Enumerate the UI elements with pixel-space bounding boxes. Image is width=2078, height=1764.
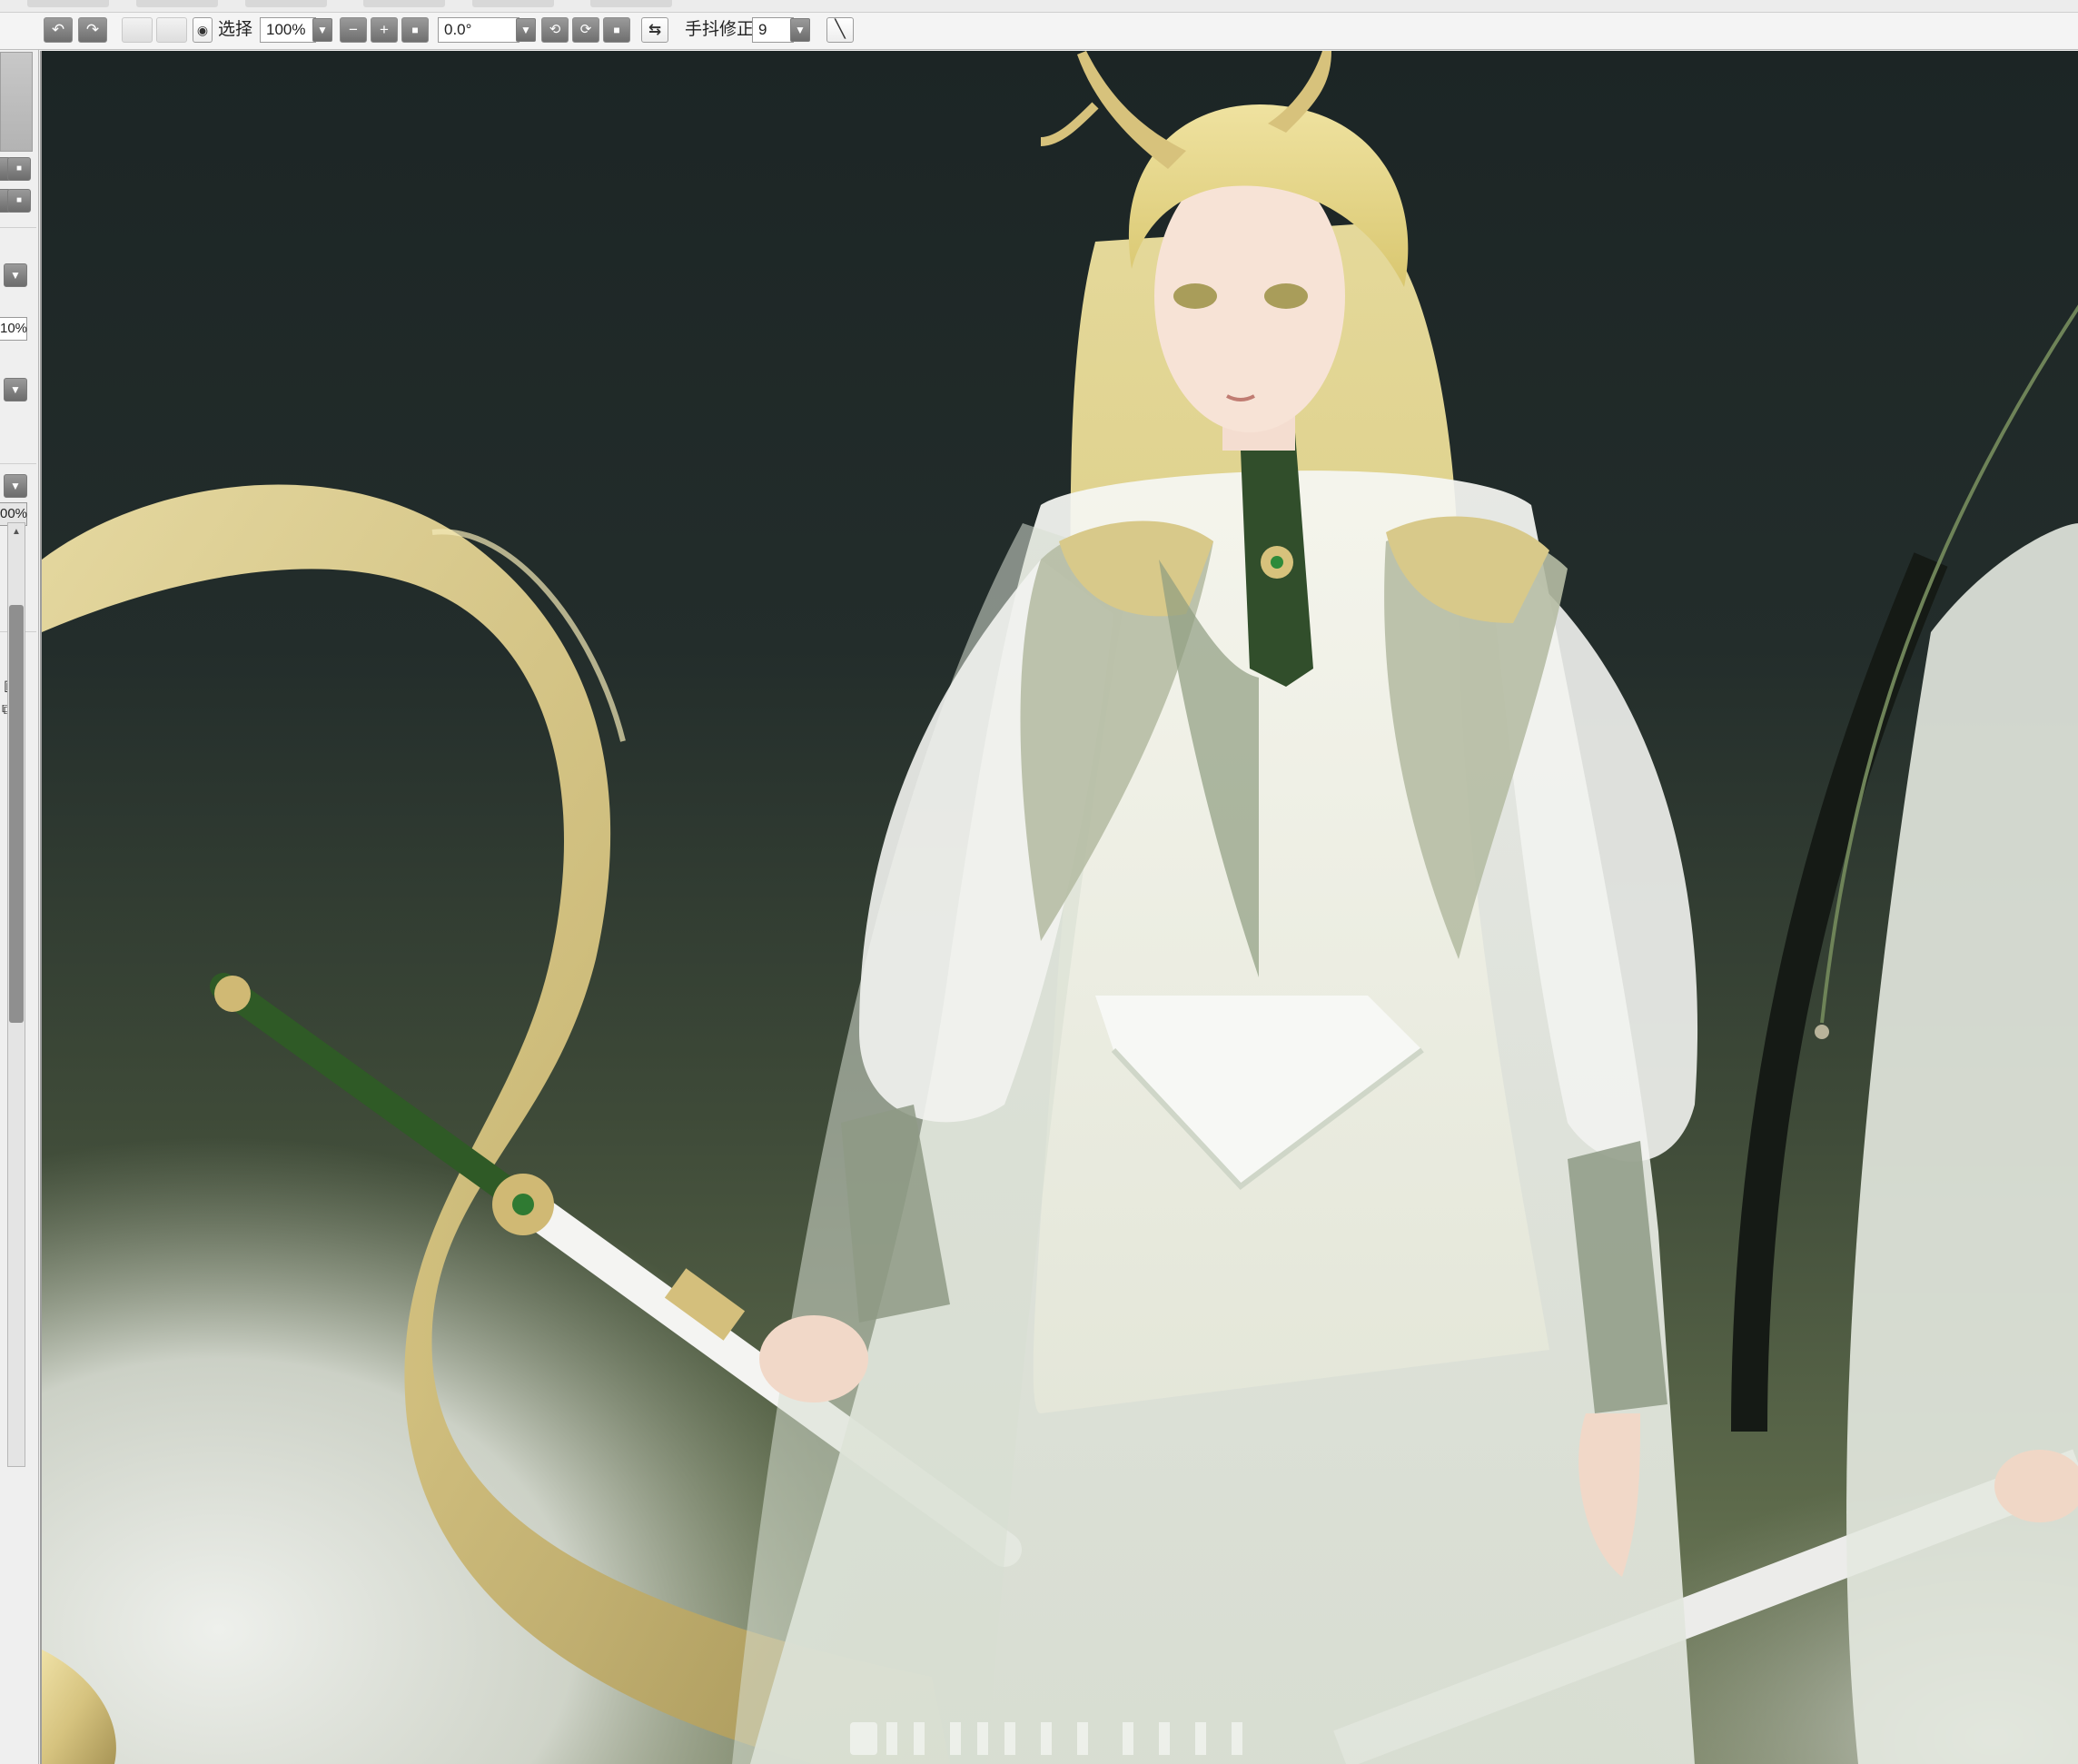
menu-item[interactable] (27, 0, 109, 7)
dropdown-button[interactable]: ▼ (4, 474, 27, 498)
rotation-field[interactable]: 0.0° (438, 17, 520, 43)
zoom-dropdown-button[interactable]: ▼ (312, 18, 332, 42)
menu-bar (0, 0, 2078, 13)
chevron-down-icon: ▼ (317, 24, 328, 36)
opacity-field[interactable]: 10% (0, 317, 27, 341)
color-preview[interactable] (0, 52, 33, 152)
chevron-down-icon: ▼ (10, 480, 21, 492)
scroll-up-icon[interactable]: ▲ (9, 524, 24, 540)
zoom-reset-button[interactable]: ■ (401, 17, 429, 43)
toolbar: ↶ ↷ ◉ 选择 100% ▼ − + ■ 0.0° ▼ ⟲ ⟳ ■ ⇆ 手抖修… (0, 13, 2078, 50)
panel-button[interactable]: ■ (7, 157, 31, 181)
zoom-out-button[interactable]: − (340, 17, 367, 43)
chevron-down-icon: ▼ (10, 269, 21, 282)
left-tool-panel: ■ ■ ▼ 10% ▼ ▼ 00% ▣ ⧉ ▲ (0, 50, 39, 1764)
rotate-right-button[interactable]: ⟳ (572, 17, 599, 43)
flip-horizontal-icon: ⇆ (648, 21, 662, 38)
redo-button[interactable]: ↷ (78, 17, 107, 43)
canvas-illustration (42, 51, 2078, 1764)
disabled-button[interactable] (122, 17, 153, 43)
dropdown-button[interactable]: ▼ (4, 263, 27, 287)
eye-icon: ◉ (196, 23, 209, 37)
dropdown-button[interactable]: ▼ (4, 378, 27, 401)
layer-scrollbar[interactable]: ▲ (7, 522, 25, 1467)
zoom-field[interactable]: 100% (260, 17, 316, 43)
chevron-down-icon: ▼ (520, 24, 531, 36)
menu-item[interactable] (590, 0, 672, 7)
undo-button[interactable]: ↶ (44, 17, 73, 43)
view-toggle-button[interactable]: ◉ (193, 17, 213, 43)
stabilizer-dropdown-button[interactable]: ▼ (790, 18, 810, 42)
minus-icon: − (349, 21, 358, 38)
undo-icon: ↶ (51, 21, 65, 38)
menu-item[interactable] (245, 0, 327, 7)
redo-icon: ↷ (85, 21, 100, 38)
chevron-down-icon: ▼ (10, 383, 21, 396)
square-icon: ■ (613, 24, 620, 36)
zoom-in-button[interactable]: + (371, 17, 398, 43)
divider (0, 463, 36, 464)
menu-item[interactable] (363, 0, 445, 7)
stabilizer-field[interactable]: 9 (752, 17, 794, 43)
menu-item[interactable] (472, 0, 554, 7)
select-label: 选择 (218, 20, 253, 39)
flip-horizontal-button[interactable]: ⇆ (641, 17, 668, 43)
rotation-dropdown-button[interactable]: ▼ (516, 18, 536, 42)
square-icon: ■ (15, 164, 23, 173)
rotate-left-button[interactable]: ⟲ (541, 17, 569, 43)
menu-item[interactable] (136, 0, 218, 7)
stabilizer-label: 手抖修正 (685, 20, 755, 39)
scroll-thumb[interactable] (9, 605, 24, 1023)
drawing-canvas[interactable] (40, 51, 2078, 1764)
straight-line-button[interactable]: ╲ (826, 17, 854, 43)
rotate-left-icon: ⟲ (549, 22, 561, 37)
square-icon: ■ (15, 195, 23, 205)
chevron-down-icon: ▼ (795, 24, 806, 36)
rotate-reset-button[interactable]: ■ (603, 17, 630, 43)
plus-icon: + (380, 21, 389, 38)
diagonal-line-icon: ╲ (835, 20, 846, 39)
rotate-right-icon: ⟳ (579, 22, 592, 37)
square-icon: ■ (411, 24, 419, 36)
disabled-button[interactable] (156, 17, 187, 43)
divider (0, 227, 36, 228)
panel-button[interactable]: ■ (7, 189, 31, 213)
